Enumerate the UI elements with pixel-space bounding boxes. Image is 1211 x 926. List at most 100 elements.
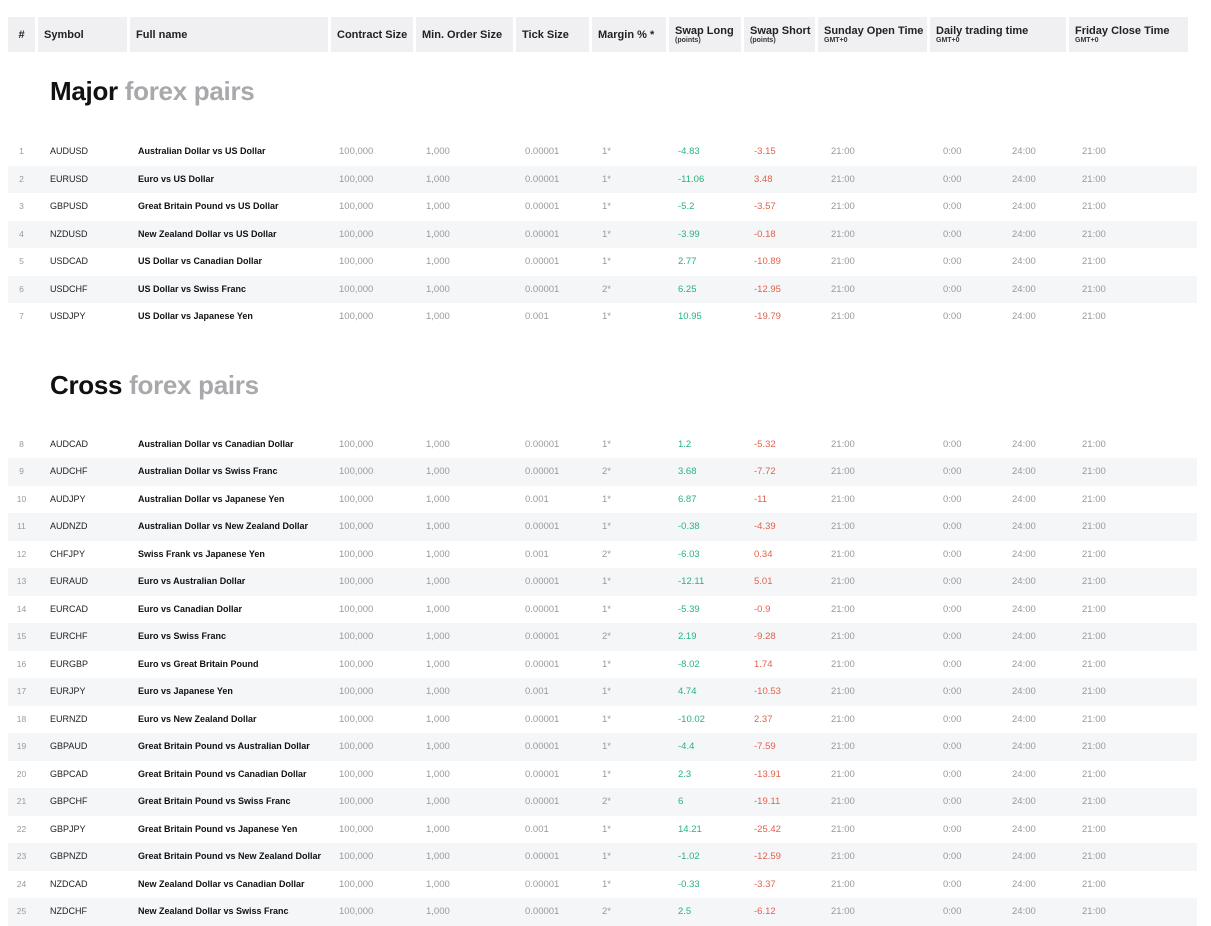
row-daily-start-time: 0:00 (943, 713, 962, 725)
row-swap-short: -4.39 (754, 521, 776, 532)
row-min-order-size: 1,000 (426, 201, 450, 212)
row-swap-long: -4.83 (678, 146, 700, 157)
row-number: 12 (16, 548, 27, 559)
row-number: 7 (19, 311, 24, 321)
row-margin: 1* (602, 228, 611, 240)
row-margin: 1* (602, 576, 611, 587)
row-contract-size: 100,000 (339, 146, 374, 157)
row-sunday-open-time: 21:00 (831, 823, 855, 835)
row-symbol: EURAUD (50, 576, 89, 586)
row-swap-long: 10.95 (678, 311, 702, 322)
row-swap-short: 0.34 (754, 548, 773, 560)
row-tick-size: 0.00001 (525, 713, 560, 725)
row-margin: 1* (602, 741, 611, 752)
row-contract-size: 100,000 (339, 283, 374, 295)
row-margin: 1* (602, 686, 611, 697)
header-min-order-size: Min. Order Size (416, 17, 513, 52)
row-full-name: Euro vs US Dollar (138, 173, 215, 184)
row-daily-end-time: 24:00 (1012, 438, 1036, 450)
row-tick-size: 0.001 (525, 548, 549, 560)
row-swap-short: -10.53 (754, 686, 781, 697)
row-margin: 1* (602, 713, 611, 725)
row-friday-close-time: 21:00 (1082, 603, 1106, 615)
row-daily-start-time: 0:00 (943, 521, 962, 532)
row-sunday-open-time: 21:00 (831, 173, 855, 185)
row-min-order-size: 1,000 (426, 576, 450, 587)
row-sunday-open-time: 21:00 (831, 146, 855, 157)
row-tick-size: 0.00001 (525, 658, 560, 670)
row-daily-end-time: 24:00 (1012, 603, 1036, 615)
row-swap-short: -0.18 (754, 228, 776, 240)
row-symbol: AUDCHF (50, 466, 88, 476)
row-daily-end-time: 24:00 (1012, 823, 1036, 835)
row-min-order-size: 1,000 (426, 796, 450, 807)
row-friday-close-time: 21:00 (1082, 686, 1106, 697)
row-sunday-open-time: 21:00 (831, 686, 855, 697)
row-friday-close-time: 21:00 (1082, 493, 1106, 505)
row-swap-short: -3.57 (754, 201, 776, 212)
row-friday-close-time: 21:00 (1082, 201, 1106, 212)
row-tick-size: 0.00001 (525, 438, 560, 450)
row-tick-size: 0.001 (525, 823, 549, 835)
row-friday-close-time: 21:00 (1082, 311, 1106, 322)
row-daily-start-time: 0:00 (943, 146, 962, 157)
table-row: 12 CHFJPY Swiss Frank vs Japanese Yen 100,0… (8, 541, 1197, 569)
row-swap-long: 4.74 (678, 686, 697, 697)
row-margin: 1* (602, 768, 611, 780)
row-number: 13 (16, 576, 27, 586)
row-swap-long: -10.02 (678, 713, 705, 725)
row-min-order-size: 1,000 (426, 256, 450, 267)
row-margin: 2* (602, 283, 611, 295)
row-friday-close-time: 21:00 (1082, 823, 1106, 835)
row-symbol: AUDCAD (50, 438, 89, 449)
cross-pairs-rows: 8 AUDCAD Australian Dollar vs Canadian Dol… (8, 431, 1197, 926)
row-friday-close-time: 21:00 (1082, 173, 1106, 185)
row-daily-start-time: 0:00 (943, 796, 962, 807)
row-number: 3 (19, 201, 24, 211)
row-symbol: GBPAUD (50, 741, 88, 751)
row-margin: 2* (602, 466, 611, 477)
row-sunday-open-time: 21:00 (831, 576, 855, 587)
row-tick-size: 0.001 (525, 493, 549, 505)
row-friday-close-time: 21:00 (1082, 878, 1106, 890)
row-contract-size: 100,000 (339, 438, 374, 450)
row-min-order-size: 1,000 (426, 548, 450, 560)
row-number: 5 (19, 256, 24, 266)
row-number: 11 (17, 521, 26, 531)
row-tick-size: 0.001 (525, 311, 549, 322)
row-contract-size: 100,000 (339, 823, 374, 835)
row-daily-end-time: 24:00 (1012, 173, 1036, 185)
row-min-order-size: 1,000 (426, 438, 450, 450)
row-swap-short: -10.89 (754, 256, 781, 267)
table-header: # Symbol Full name Contract Size Min. Or… (8, 17, 1197, 52)
row-sunday-open-time: 21:00 (831, 438, 855, 450)
row-sunday-open-time: 21:00 (831, 283, 855, 295)
instruments-table: # Symbol Full name Contract Size Min. Or… (8, 17, 1197, 926)
row-number: 2 (19, 173, 24, 184)
row-sunday-open-time: 21:00 (831, 493, 855, 505)
row-sunday-open-time: 21:00 (831, 768, 855, 780)
table-row: 5 USDCAD US Dollar vs Canadian Dollar 100,0… (8, 248, 1197, 276)
row-min-order-size: 1,000 (426, 741, 450, 752)
row-tick-size: 0.001 (525, 686, 549, 697)
row-number: 21 (16, 796, 27, 806)
row-number: 10 (16, 493, 27, 504)
row-friday-close-time: 21:00 (1082, 576, 1106, 587)
row-min-order-size: 1,000 (426, 823, 450, 835)
row-symbol: EURNZD (50, 713, 88, 724)
row-margin: 1* (602, 173, 611, 185)
row-friday-close-time: 21:00 (1082, 283, 1106, 295)
table-row: 15 EURCHF Euro vs Swiss Franc 100,000 1,000 0… (8, 623, 1197, 651)
row-full-name: Great Britain Pound vs Swiss Franc (138, 796, 291, 806)
row-contract-size: 100,000 (339, 713, 374, 725)
table-row: 17 EURJPY Euro vs Japanese Yen 100,000 1,000… (8, 678, 1197, 706)
row-min-order-size: 1,000 (426, 713, 450, 725)
row-tick-size: 0.00001 (525, 878, 560, 890)
row-daily-end-time: 24:00 (1012, 658, 1036, 670)
row-symbol: AUDNZD (50, 521, 88, 531)
row-full-name: Euro vs Japanese Yen (138, 686, 233, 696)
row-full-name: New Zealand Dollar vs US Dollar (138, 228, 277, 239)
header-friday-close-time: Friday Close Time GMT+0 (1069, 17, 1188, 52)
row-daily-start-time: 0:00 (943, 493, 962, 505)
header-num: # (8, 17, 35, 52)
